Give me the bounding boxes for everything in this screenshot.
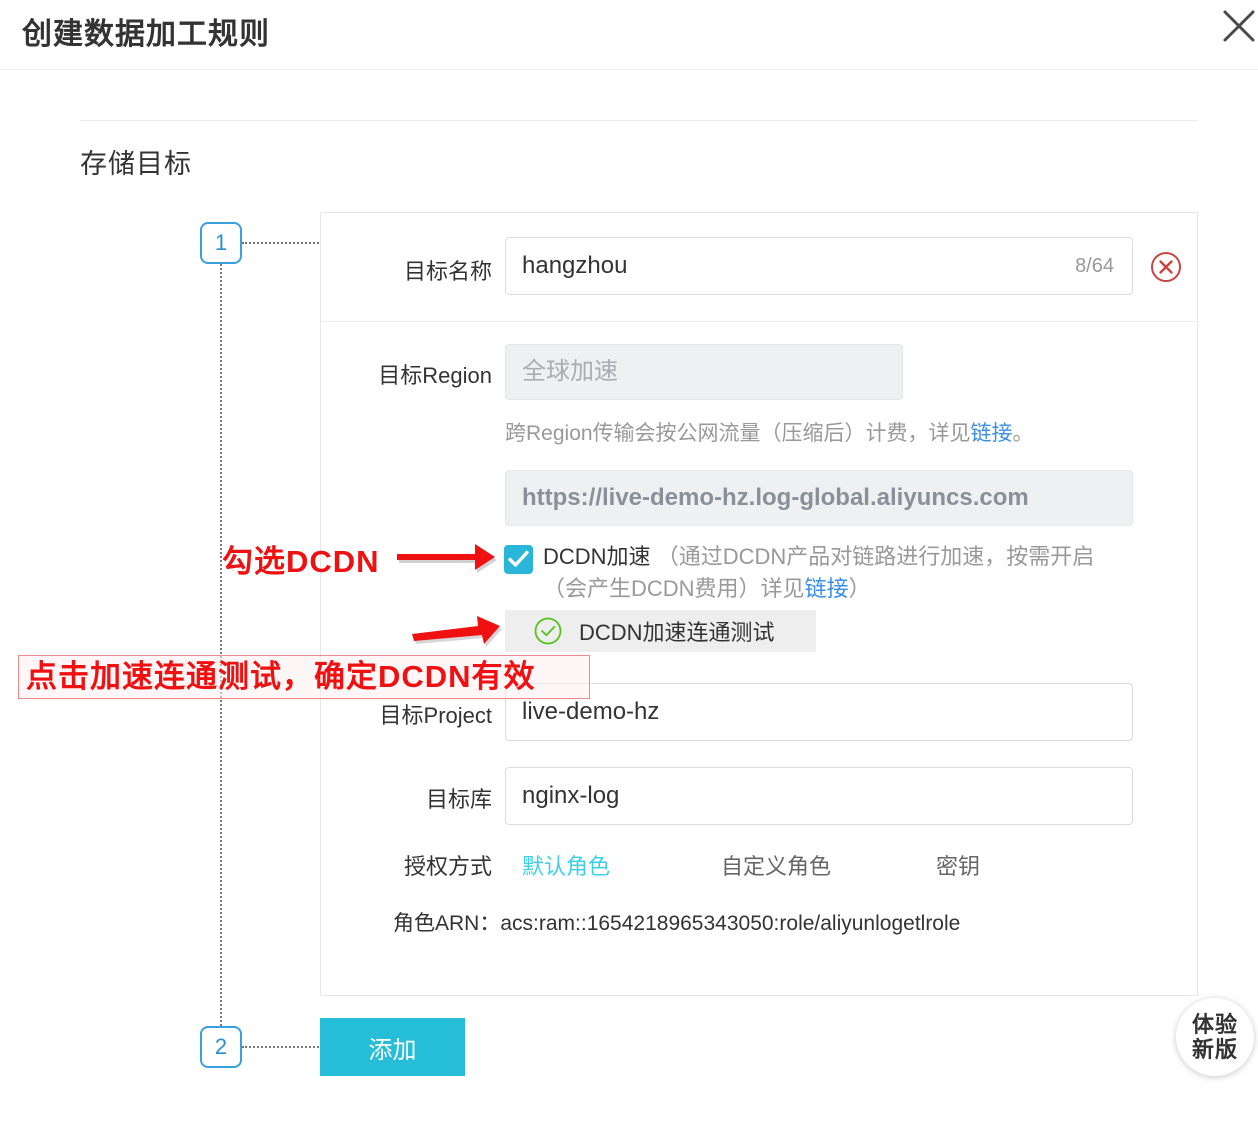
card-row-divider [321, 321, 1199, 322]
step-connector-2 [242, 1046, 322, 1048]
target-project-label: 目标Project [379, 703, 492, 728]
region-helper-link[interactable]: 链接 [971, 422, 1013, 445]
target-name-input[interactable]: hangzhou 8/64 [505, 237, 1133, 295]
target-name-counter: 8/64 [1075, 255, 1114, 277]
dcdn-desc-link[interactable]: 链接 [805, 576, 849, 601]
step-badge-1: 1 [200, 222, 242, 264]
target-region-input[interactable]: 全球加速 [505, 344, 903, 400]
right-arrow-icon-2 [412, 614, 522, 659]
auth-option-secret-key[interactable]: 密钥 [936, 849, 980, 881]
target-region-value: 全球加速 [522, 358, 618, 385]
close-icon[interactable] [1216, 3, 1258, 49]
section-divider [80, 120, 1198, 121]
dcdn-checkbox-text: DCDN加速 （通过DCDN产品对链路进行加速，按需开启（会产生DCDN费用）详… [543, 541, 1133, 605]
try-new-version-fab[interactable]: 体验 新版 [1176, 998, 1254, 1076]
region-helper-suffix: 。 [1012, 422, 1034, 445]
dcdn-test-label: DCDN加速连通测试 [579, 620, 775, 645]
page-title: 创建数据加工规则 [22, 18, 270, 51]
step-badge-2: 2 [200, 1026, 242, 1068]
target-name-label: 目标名称 [403, 259, 492, 284]
target-region-label: 目标Region [378, 363, 492, 388]
target-logstore-value: nginx-log [522, 782, 620, 809]
annotation-note-1: 勾选DCDN [222, 544, 380, 579]
region-helper-text: 跨Region传输会按公网流量（压缩后）计费，详见链接。 [505, 417, 1034, 447]
dcdn-checkbox-label: DCDN加速 [543, 544, 651, 569]
right-arrow-icon [397, 540, 521, 585]
region-helper-prefix: 跨Region传输会按公网流量（压缩后）计费，详见 [505, 422, 971, 445]
endpoint-value: https://live-demo-hz.log-global.aliyuncs… [522, 484, 1029, 511]
dcdn-connectivity-test-button[interactable]: DCDN加速连通测试 [505, 610, 816, 652]
section-title: 存储目标 [80, 149, 192, 179]
target-project-input[interactable]: live-demo-hz [505, 683, 1133, 741]
check-circle-icon [533, 616, 563, 646]
auth-method-label: 授权方式 [403, 854, 492, 879]
role-arn-value: acs:ram::1654218965343050:role/aliyunlog… [500, 912, 961, 935]
target-logstore-label: 目标库 [425, 787, 492, 812]
target-project-value: live-demo-hz [522, 698, 660, 725]
endpoint-field: https://live-demo-hz.log-global.aliyuncs… [505, 470, 1133, 526]
fab-line-1: 体验 [1191, 1012, 1238, 1037]
circle-x-icon[interactable] [1149, 250, 1183, 289]
role-arn-label: 角色ARN： [393, 912, 501, 935]
step-connector-1 [242, 242, 322, 244]
dialog-header: 创建数据加工规则 [0, 0, 1258, 70]
target-name-value: hangzhou [522, 252, 628, 279]
annotation-note-2: 点击加速连通测试，确定DCDN有效 [26, 659, 536, 694]
step-connector-vertical [220, 264, 222, 1026]
auth-option-default-role[interactable]: 默认角色 [522, 849, 610, 881]
fab-line-2: 新版 [1191, 1037, 1238, 1062]
add-button[interactable]: 添加 [320, 1018, 465, 1076]
dialog-create-etl-rule: 创建数据加工规则 存储目标 1 2 目标名称 hangzhou 8/64 目标R… [0, 0, 1258, 1130]
auth-option-custom-role[interactable]: 自定义角色 [721, 849, 831, 881]
role-arn-row: 角色ARN：acs:ram::1654218965343050:role/ali… [393, 907, 960, 937]
target-logstore-input[interactable]: nginx-log [505, 767, 1133, 825]
dcdn-desc-part2: ） [848, 576, 871, 601]
